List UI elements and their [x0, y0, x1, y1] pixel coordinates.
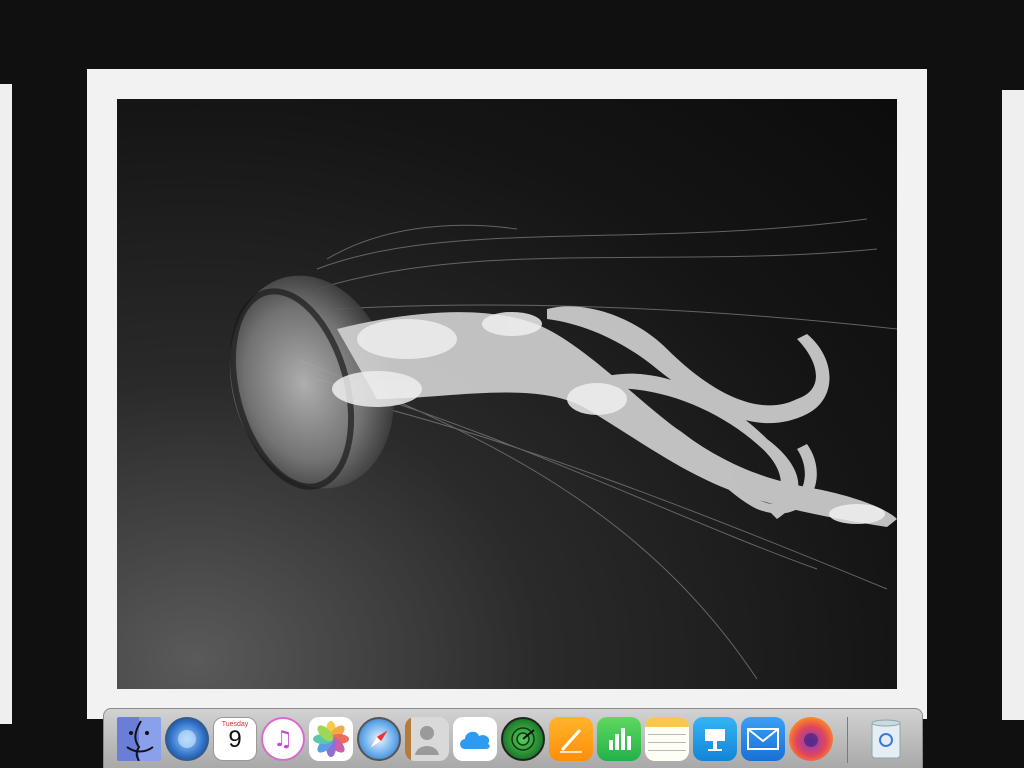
photos-icon[interactable]	[309, 717, 353, 761]
mail-icon[interactable]	[741, 717, 785, 761]
itunes-icon[interactable]: ♫	[261, 717, 305, 761]
jellyfish-illustration	[229, 218, 897, 680]
itunes-note: ♫	[273, 726, 293, 752]
trash-icon[interactable]	[864, 717, 908, 761]
notes-icon[interactable]	[645, 717, 689, 761]
right-panel-edge	[1002, 90, 1024, 720]
finder-icon[interactable]	[117, 717, 161, 761]
jellyfish-photo	[117, 99, 897, 689]
dock: Tuesday 9 ♫	[103, 708, 923, 768]
left-panel-edge	[0, 84, 12, 724]
find-my-icon[interactable]	[501, 717, 545, 761]
numbers-icon[interactable]	[597, 717, 641, 761]
calendar-icon[interactable]: Tuesday 9	[213, 717, 257, 761]
launchpad-icon[interactable]	[165, 717, 209, 761]
calendar-day: 9	[228, 726, 242, 753]
keynote-icon[interactable]	[693, 717, 737, 761]
safari-icon[interactable]	[357, 717, 401, 761]
pages-icon[interactable]	[549, 717, 593, 761]
contacts-icon[interactable]	[405, 717, 449, 761]
firefox-icon[interactable]	[789, 717, 833, 761]
photo-frame	[87, 69, 927, 719]
icloud-icon[interactable]	[453, 717, 497, 761]
dock-separator	[847, 717, 848, 763]
